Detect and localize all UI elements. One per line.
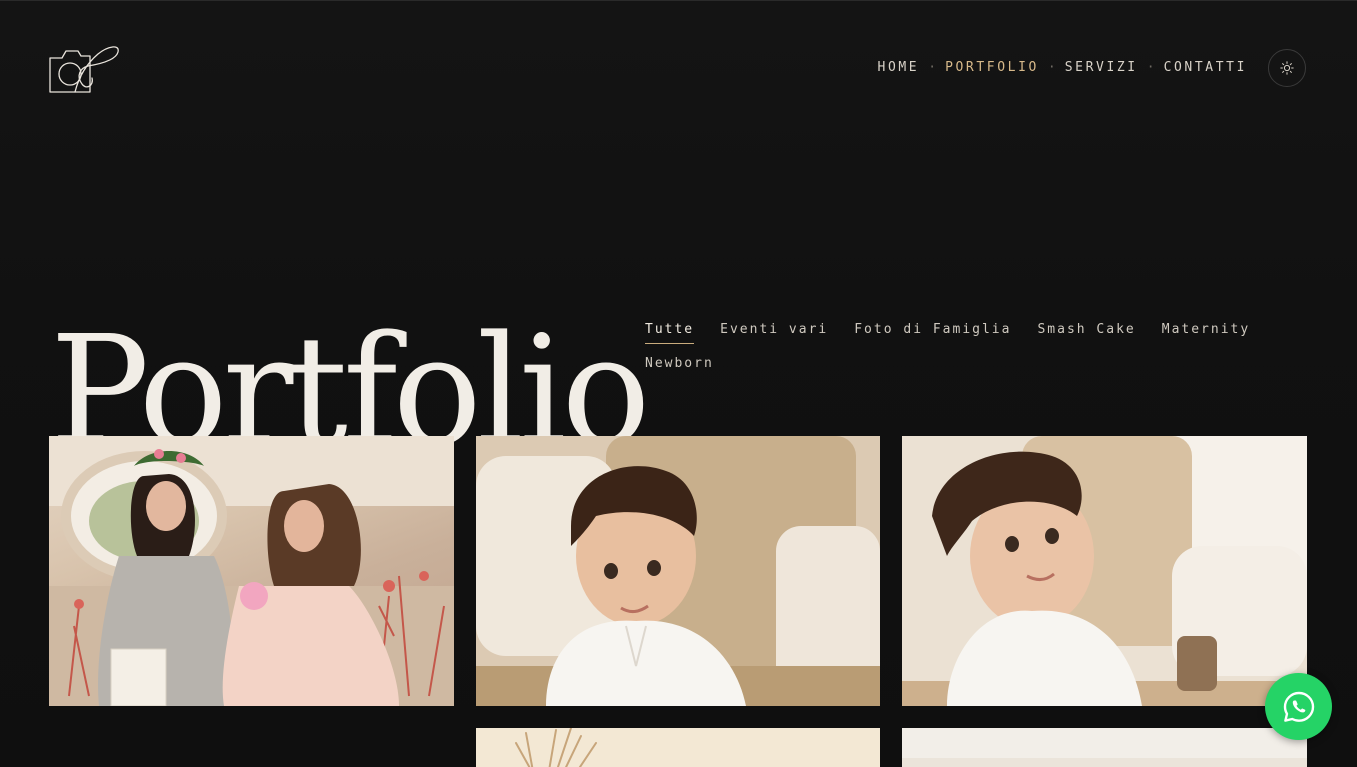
nav-portfolio[interactable]: PORTFOLIO [945, 60, 1039, 75]
sun-icon [1280, 61, 1294, 75]
filter-smash-cake[interactable]: Smash Cake [1037, 322, 1135, 344]
main-nav: HOME · PORTFOLIO · SERVIZI · CONTATTI [878, 60, 1247, 75]
nav-separator: · [1146, 60, 1155, 75]
gallery-photo-pampas[interactable] [476, 728, 880, 767]
toddler-photo-image [476, 436, 880, 706]
camera-signature-logo-icon [49, 46, 119, 93]
nav-separator: · [928, 60, 937, 75]
filter-newborn[interactable]: Newborn [645, 356, 714, 377]
toddler-photo-image-2 [902, 436, 1307, 706]
filter-eventi-vari[interactable]: Eventi vari [720, 322, 828, 344]
nav-home[interactable]: HOME [878, 60, 920, 75]
top-border [0, 0, 1357, 1]
theme-toggle-button[interactable] [1268, 49, 1306, 87]
portfolio-page: HOME · PORTFOLIO · SERVIZI · CONTATTI Po… [0, 0, 1357, 767]
portfolio-filters: Tutte Eventi vari Foto di Famiglia Smash… [645, 322, 1265, 377]
filter-maternity[interactable]: Maternity [1162, 322, 1250, 344]
light-photo-image [902, 728, 1307, 767]
whatsapp-icon [1283, 691, 1314, 722]
nav-contatti[interactable]: CONTATTI [1164, 60, 1247, 75]
gallery-photo-toddler-1[interactable] [476, 436, 880, 706]
nav-servizi[interactable]: SERVIZI [1065, 60, 1138, 75]
gallery-photo-light[interactable] [902, 728, 1307, 767]
gallery-photo-toddler-2[interactable] [902, 436, 1307, 706]
nav-separator: · [1047, 60, 1056, 75]
gallery-photo-graduation[interactable] [49, 436, 454, 706]
whatsapp-button[interactable] [1265, 673, 1332, 740]
graduation-photo-image [49, 436, 454, 706]
site-logo[interactable] [48, 42, 122, 96]
filter-foto-di-famiglia[interactable]: Foto di Famiglia [854, 322, 1011, 344]
pampas-photo-image [476, 728, 880, 767]
filter-tutte[interactable]: Tutte [645, 322, 695, 344]
